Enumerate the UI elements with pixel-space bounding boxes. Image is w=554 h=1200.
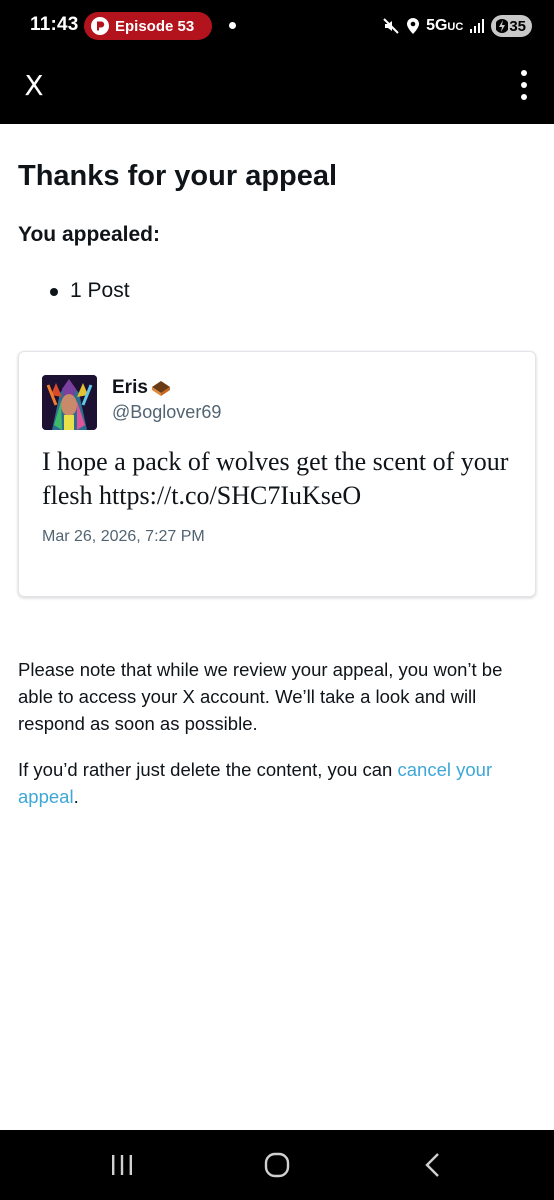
media-pill-label: Episode 53 [115, 17, 195, 35]
post-card[interactable]: Eris @Boglover69 I hope a pack of wolves… [18, 351, 536, 597]
media-playing-pill[interactable]: Episode 53 [84, 12, 212, 40]
location-icon [407, 18, 420, 34]
avatar-image [42, 375, 97, 430]
cancel-note: If you’d rather just delete the content,… [18, 759, 493, 807]
more-options-button[interactable] [512, 68, 536, 108]
app-bar: X [0, 52, 554, 124]
signal-icon [470, 19, 485, 33]
status-time: 11:43 [30, 14, 79, 35]
status-icons: 5GUC 35 [382, 14, 532, 38]
system-navigation-bar [0, 1130, 554, 1200]
author-handle: @Boglover69 [112, 402, 222, 422]
review-note: Please note that while we review your ap… [18, 659, 503, 734]
post-date: Mar 26, 2026, 7:27 PM [42, 528, 205, 545]
mute-icon [383, 18, 399, 34]
appealed-label: You appealed: [18, 223, 160, 246]
podcast-app-icon [91, 17, 109, 35]
more-vertical-icon [521, 70, 527, 76]
avatar [42, 375, 97, 430]
status-bar: 11:43 Episode 53 5GUC 35 [0, 0, 554, 52]
battery-indicator: 35 [491, 15, 532, 37]
page-title: Thanks for your appeal [18, 160, 338, 192]
appealed-list: 1 Post [50, 279, 130, 303]
appealed-item: 1 Post [50, 279, 130, 303]
back-button[interactable] [412, 1150, 452, 1180]
charging-bolt-icon [496, 19, 509, 33]
author-name: Eris [112, 377, 172, 399]
notification-dot-icon [229, 22, 236, 29]
recent-apps-button[interactable] [102, 1150, 142, 1180]
close-button[interactable]: X [14, 66, 54, 106]
network-type: 5GUC [426, 17, 464, 34]
home-button[interactable] [257, 1150, 297, 1180]
battery-level: 35 [509, 17, 526, 35]
brown-emoji-icon [151, 381, 170, 396]
post-text: I hope a pack of wolves get the scent of… [42, 447, 509, 510]
